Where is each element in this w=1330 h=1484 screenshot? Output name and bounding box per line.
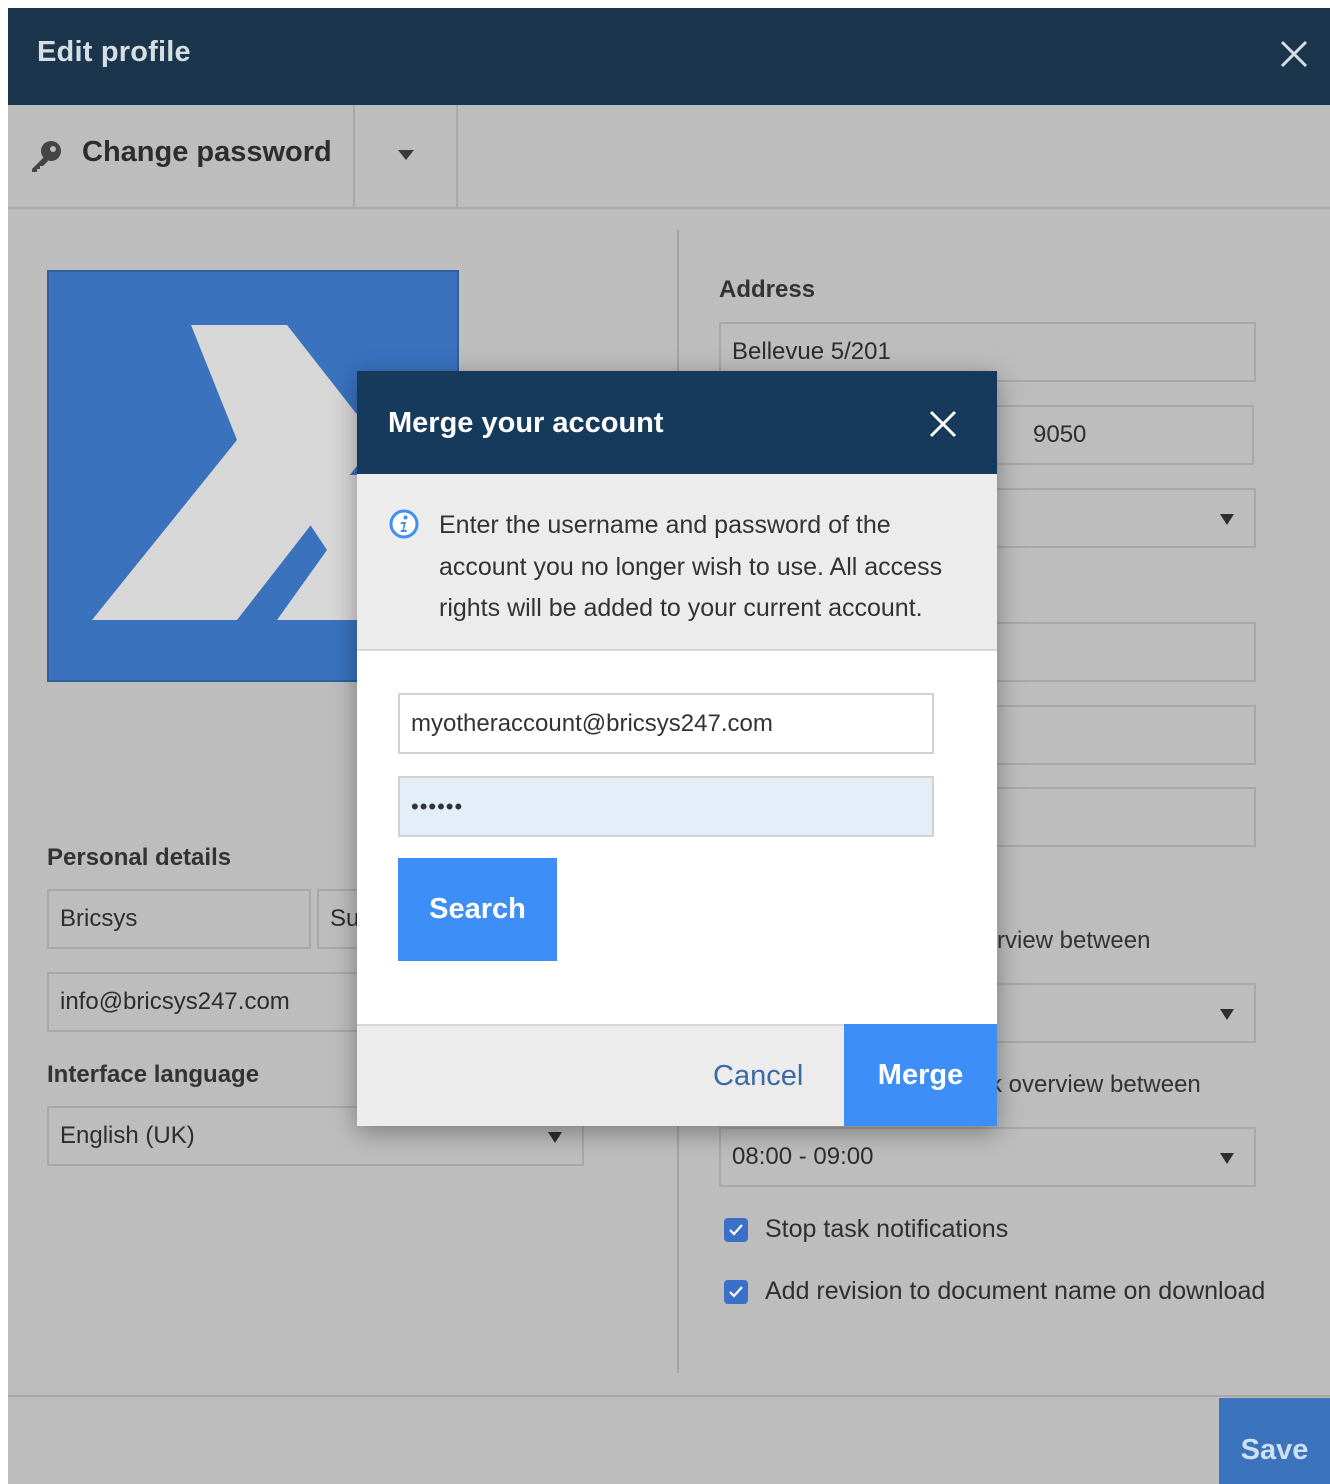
dropdown-arrow-icon (1220, 514, 1234, 525)
task-overview-label: k overview between (990, 1071, 1201, 1098)
search-button[interactable]: Search (398, 858, 557, 961)
window-title: Edit profile (37, 36, 191, 68)
dialog-title: Merge your account (388, 407, 664, 439)
profile-toolbar: Change password (8, 105, 1330, 209)
close-icon[interactable] (1278, 38, 1310, 70)
dialog-header: Merge your account (357, 371, 997, 474)
info-text: Enter the username and password of the a… (439, 511, 943, 622)
personal-details-heading: Personal details (47, 844, 232, 871)
dialog-footer: Cancel Merge (357, 1024, 997, 1126)
add-revision-checkbox[interactable] (724, 1280, 748, 1304)
more-actions-dropdown[interactable] (355, 105, 458, 207)
cancel-button[interactable]: Cancel (713, 1060, 803, 1093)
task-overview-time-value: 08:00 - 09:00 (732, 1143, 874, 1170)
info-icon (389, 509, 419, 539)
window-footer (8, 1395, 1330, 1484)
key-icon (32, 141, 61, 172)
first-name-input[interactable]: Bricsys (47, 889, 311, 949)
add-revision-label: Add revision to document name on downloa… (765, 1277, 1266, 1305)
window-titlebar: Edit profile (8, 8, 1330, 105)
close-icon[interactable] (928, 409, 958, 439)
caret-down-icon (398, 150, 414, 160)
interface-language-value: English (UK) (60, 1122, 195, 1149)
change-password-button[interactable]: Change password (8, 105, 355, 207)
dropdown-arrow-icon (1220, 1009, 1234, 1020)
dropdown-arrow-icon (548, 1132, 562, 1143)
username-input[interactable]: myotheraccount@bricsys247.com (398, 693, 934, 754)
dropdown-arrow-icon (1220, 1153, 1234, 1164)
merge-account-dialog: Merge your account Enter the username an… (357, 371, 997, 1126)
change-password-label: Change password (82, 136, 332, 168)
merge-button[interactable]: Merge (844, 1024, 997, 1126)
info-panel: Enter the username and password of the a… (357, 474, 997, 651)
save-button[interactable]: Save (1219, 1398, 1330, 1484)
checkmark-icon (729, 1286, 743, 1298)
task-overview-time-select[interactable]: 08:00 - 09:00 (719, 1127, 1256, 1187)
password-input[interactable]: •••••• (398, 776, 934, 837)
interface-language-heading: Interface language (47, 1061, 260, 1088)
daily-overview-label: rview between (997, 927, 1151, 954)
address-heading: Address (719, 276, 816, 303)
stop-task-notifications-checkbox[interactable] (724, 1218, 748, 1242)
email-input[interactable]: info@bricsys247.com (47, 972, 377, 1032)
checkmark-icon (729, 1224, 743, 1236)
stop-task-notifications-label: Stop task notifications (765, 1215, 1009, 1243)
